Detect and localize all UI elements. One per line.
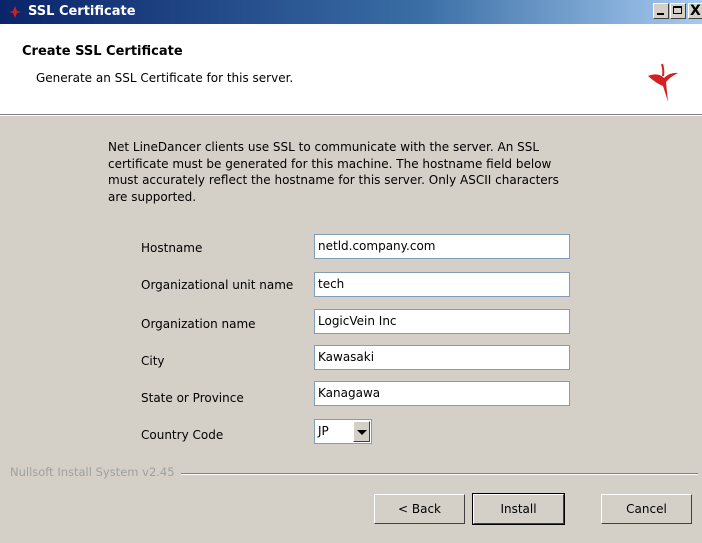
org-unit-label: Organizational unit name: [141, 278, 294, 292]
country-value: JP: [318, 424, 329, 438]
title-bar[interactable]: SSL Certificate X: [0, 0, 702, 24]
state-label: State or Province: [141, 391, 244, 405]
city-input[interactable]: Kawasaki: [314, 345, 570, 370]
intro-text: Net LineDancer clients use SSL to commun…: [108, 139, 608, 205]
maximize-icon: [673, 6, 682, 14]
back-button[interactable]: < Back: [374, 494, 465, 524]
page-title: Create SSL Certificate: [22, 44, 183, 59]
linedancer-logo-icon: [648, 63, 678, 102]
hostname-input[interactable]: netld.company.com: [314, 234, 570, 259]
app-icon: [9, 6, 21, 18]
intro-line: Net LineDancer clients use SSL to commun…: [108, 140, 540, 154]
cancel-button[interactable]: Cancel: [601, 494, 692, 524]
close-icon: X: [690, 3, 701, 19]
intro-line: must accurately reflect the hostname for…: [108, 173, 559, 187]
window-title: SSL Certificate: [28, 4, 136, 19]
minimize-icon: [657, 13, 664, 15]
install-button[interactable]: Install: [472, 493, 565, 525]
hostname-label: Hostname: [141, 241, 203, 255]
country-select[interactable]: JP: [314, 419, 372, 444]
city-label: City: [141, 354, 165, 368]
header-panel: Create SSL Certificate Generate an SSL C…: [0, 24, 702, 116]
branding-text: Nullsoft Install System v2.45: [10, 465, 181, 479]
chevron-down-icon[interactable]: [353, 421, 370, 442]
close-button[interactable]: X: [688, 3, 702, 19]
installer-window: SSL Certificate X Create SSL Certificate…: [0, 0, 702, 543]
org-name-input[interactable]: LogicVein Inc: [314, 309, 570, 334]
org-name-label: Organization name: [141, 317, 256, 331]
page-subtitle: Generate an SSL Certificate for this ser…: [36, 71, 294, 85]
state-input[interactable]: Kanagawa: [314, 381, 570, 406]
intro-line: certificate must be generated for this m…: [108, 156, 552, 171]
org-unit-input[interactable]: tech: [314, 272, 570, 297]
intro-line: are supported.: [108, 189, 197, 204]
maximize-button[interactable]: [670, 3, 686, 19]
country-label: Country Code: [141, 428, 224, 442]
minimize-button[interactable]: [653, 3, 669, 19]
